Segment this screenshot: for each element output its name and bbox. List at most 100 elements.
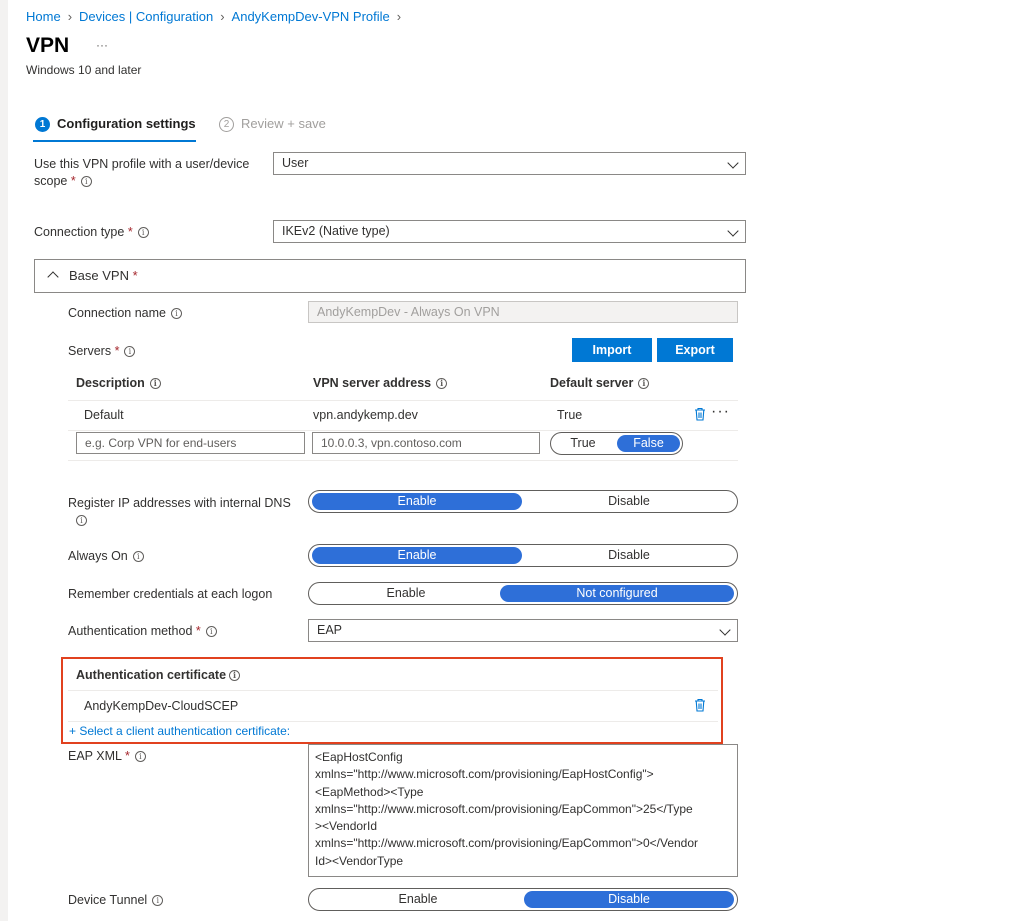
connection-type-select[interactable]: IKEv2 (Native type) — [273, 220, 746, 243]
register-dns-toggle[interactable]: Enable Disable — [308, 490, 738, 513]
info-icon[interactable]: i — [76, 515, 87, 527]
info-icon[interactable]: i — [638, 378, 650, 390]
select-client-certificate-link[interactable]: + Select a client authentication certifi… — [69, 724, 290, 738]
breadcrumb-separator-icon: › — [396, 9, 402, 24]
servers-label-text: Servers — [68, 344, 112, 358]
step-configuration-settings[interactable]: 1 Configuration settings — [35, 116, 196, 133]
connection-type-select-value: IKEv2 (Native type) — [282, 224, 390, 238]
table-divider — [68, 430, 738, 431]
row-more-icon[interactable]: ··· — [711, 403, 730, 421]
default-server-false-option[interactable]: False — [617, 435, 680, 452]
export-button[interactable]: Export — [657, 338, 733, 362]
info-icon[interactable]: i — [80, 176, 92, 188]
breadcrumb-vpn-profile[interactable]: AndyKempDev-VPN Profile — [232, 9, 390, 24]
delete-icon[interactable] — [694, 698, 706, 712]
remember-credentials-enable-option[interactable]: Enable — [312, 585, 500, 602]
eap-xml-label: EAP XML * i — [68, 748, 146, 765]
eap-xml-label-text: EAP XML — [68, 749, 122, 763]
connection-name-label: Connection name i — [68, 305, 182, 322]
auth-method-select[interactable]: EAP — [308, 619, 738, 642]
device-tunnel-enable-option[interactable]: Enable — [312, 891, 524, 908]
auth-method-select-value: EAP — [317, 623, 343, 637]
always-on-enable-option[interactable]: Enable — [312, 547, 522, 564]
default-server-true-option[interactable]: True — [555, 435, 611, 452]
column-header-vpn-server-address: VPN server address i — [313, 376, 448, 390]
more-options-icon[interactable]: ··· — [96, 38, 108, 52]
server-address-input[interactable]: 10.0.0.3, vpn.contoso.com — [312, 432, 540, 454]
info-icon[interactable]: i — [137, 227, 149, 239]
delete-icon[interactable] — [694, 407, 706, 421]
register-dns-enable-option[interactable]: Enable — [312, 493, 522, 510]
connection-type-label: Connection type * i — [34, 224, 149, 241]
connection-name-label-text: Connection name — [68, 306, 166, 320]
base-vpn-section-header[interactable]: Base VPN * — [34, 259, 746, 293]
info-icon[interactable]: i — [229, 670, 241, 682]
server-row-address: vpn.andykemp.dev — [313, 408, 418, 422]
info-icon[interactable]: i — [134, 751, 146, 763]
always-on-toggle[interactable]: Enable Disable — [308, 544, 738, 567]
required-asterisk: * — [132, 268, 138, 283]
required-asterisk: * — [124, 749, 130, 763]
always-on-label: Always On i — [68, 548, 144, 565]
always-on-label-text: Always On — [68, 549, 128, 563]
device-tunnel-label: Device Tunnel i — [68, 892, 164, 909]
left-rail — [0, 0, 8, 921]
auth-method-label-text: Authentication method — [68, 624, 193, 638]
chevron-down-icon — [727, 225, 739, 237]
info-icon[interactable]: i — [170, 308, 182, 320]
auth-certificate-title: Authentication certificate i — [76, 668, 241, 682]
info-icon[interactable]: i — [124, 346, 136, 358]
required-asterisk: * — [114, 344, 120, 358]
step-label: Review + save — [241, 116, 326, 131]
servers-label: Servers * i — [68, 343, 136, 360]
breadcrumb-separator-icon: › — [220, 9, 225, 24]
active-step-underline — [33, 140, 196, 142]
server-row-default: True — [557, 408, 583, 422]
server-description-input[interactable]: e.g. Corp VPN for end-users — [76, 432, 305, 454]
breadcrumb-home[interactable]: Home — [26, 9, 61, 24]
register-dns-label-text: Register IP addresses with internal DNS — [68, 496, 291, 510]
info-icon[interactable]: i — [152, 895, 164, 907]
breadcrumb-devices-configuration[interactable]: Devices | Configuration — [79, 9, 213, 24]
column-header-text: VPN server address — [313, 376, 432, 390]
connection-name-input: AndyKempDev - Always On VPN — [308, 301, 738, 323]
required-asterisk: * — [195, 624, 201, 638]
register-dns-disable-option[interactable]: Disable — [524, 493, 734, 510]
base-vpn-title-text: Base VPN — [69, 268, 129, 283]
table-divider — [68, 400, 738, 401]
device-tunnel-disable-option[interactable]: Disable — [524, 891, 734, 908]
device-tunnel-toggle[interactable]: Enable Disable — [308, 888, 738, 911]
info-icon[interactable]: i — [132, 551, 144, 563]
page-title: VPN — [26, 34, 70, 57]
register-dns-label: Register IP addresses with internal DNS … — [68, 495, 298, 529]
column-header-default-server: Default server i — [550, 376, 650, 390]
remember-credentials-toggle[interactable]: Enable Not configured — [308, 582, 738, 605]
info-icon[interactable]: i — [205, 626, 217, 638]
table-divider — [68, 460, 738, 461]
scope-select-value: User — [282, 156, 309, 170]
auth-method-label: Authentication method * i — [68, 623, 217, 640]
step-label: Configuration settings — [57, 116, 196, 131]
default-server-toggle[interactable]: True False — [550, 432, 683, 455]
table-divider — [68, 721, 718, 722]
scope-select[interactable]: User — [273, 152, 746, 175]
server-row-description: Default — [84, 408, 124, 422]
import-button[interactable]: Import — [572, 338, 652, 362]
remember-credentials-label: Remember credentials at each logon — [68, 587, 273, 601]
chevron-up-icon — [47, 271, 59, 283]
remember-credentials-not-configured-option[interactable]: Not configured — [500, 585, 734, 602]
column-header-description: Description i — [76, 376, 161, 390]
breadcrumb: Home › Devices | Configuration › AndyKempDev… — [26, 9, 408, 24]
always-on-disable-option[interactable]: Disable — [524, 547, 734, 564]
info-icon[interactable]: i — [436, 378, 448, 390]
scope-label-line2: scope — [34, 174, 68, 188]
chevron-down-icon — [727, 157, 739, 169]
eap-xml-textarea[interactable]: <EapHostConfig xmlns="http://www.microso… — [308, 744, 738, 877]
info-icon[interactable]: i — [149, 378, 161, 390]
connection-type-label-text: Connection type — [34, 225, 125, 239]
scope-label-line1: Use this VPN profile with a user/device — [34, 157, 250, 171]
base-vpn-title: Base VPN * — [69, 268, 138, 283]
column-header-text: Description — [76, 376, 145, 390]
step-review-save[interactable]: 2 Review + save — [219, 116, 326, 133]
breadcrumb-separator-icon: › — [67, 9, 73, 24]
